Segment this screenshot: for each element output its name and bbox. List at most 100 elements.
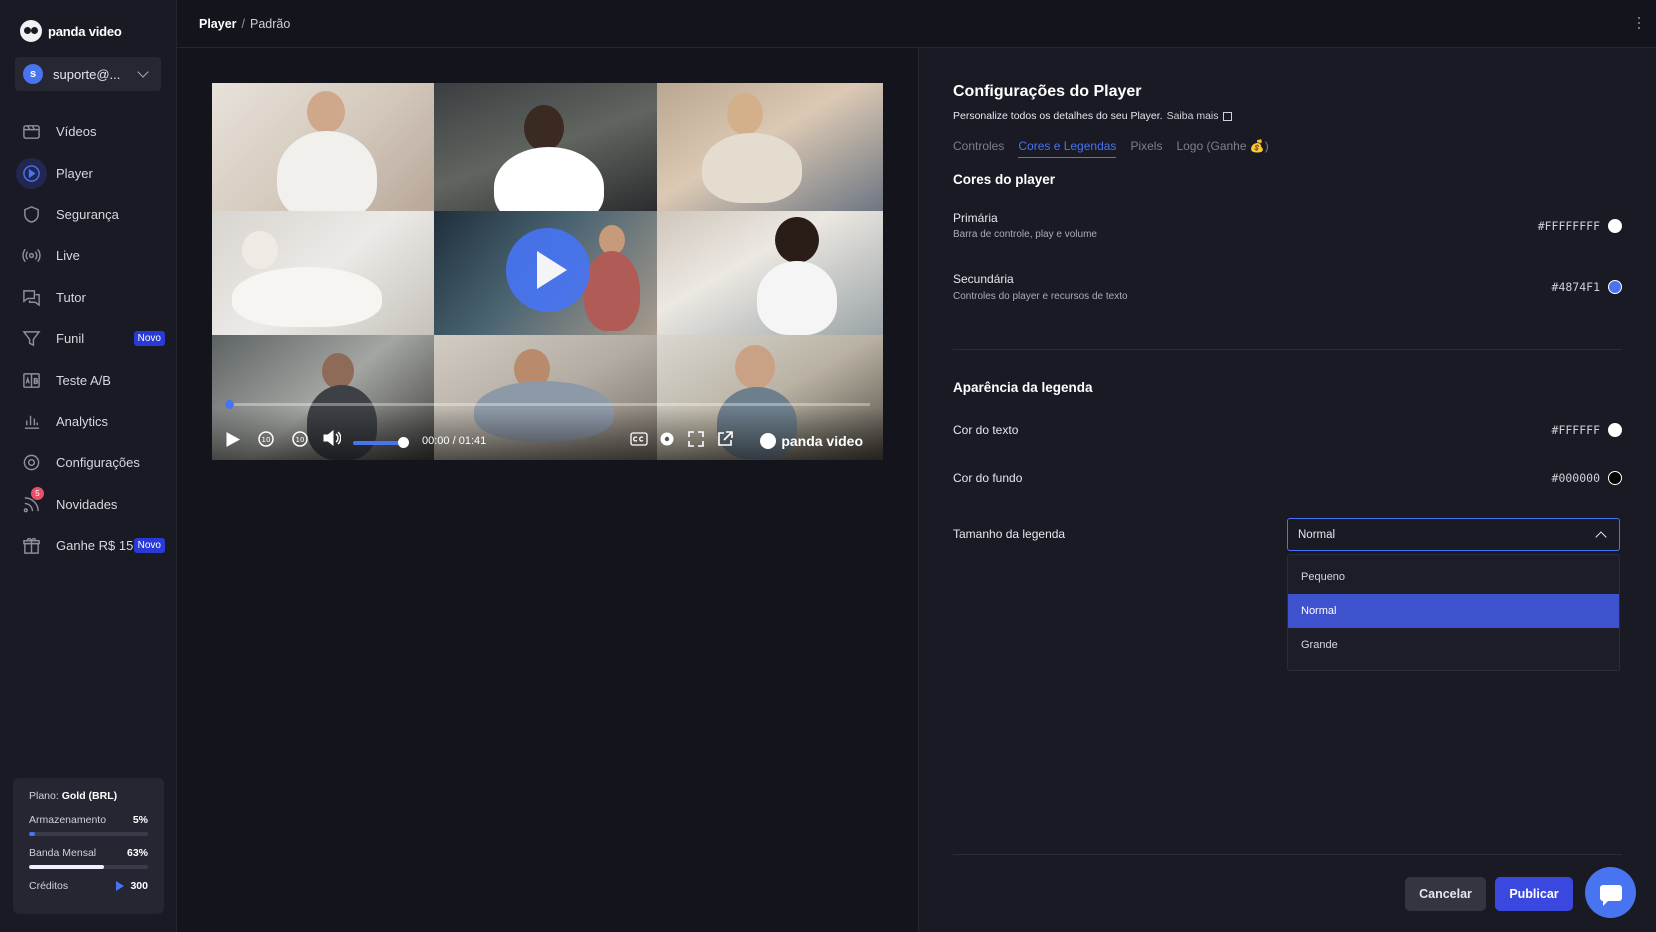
video-library-icon bbox=[22, 122, 41, 141]
sidebar-item-settings[interactable]: Configurações bbox=[0, 442, 177, 483]
secondary-color-desc: Controles do player e recursos de texto bbox=[953, 291, 1128, 302]
page-subtitle: Personalize todos os detalhes do seu Pla… bbox=[953, 110, 1232, 122]
subtitle-size-select[interactable]: Normal bbox=[1287, 518, 1620, 551]
option-small[interactable]: Pequeno bbox=[1288, 560, 1619, 594]
color-swatch[interactable] bbox=[1608, 280, 1622, 294]
app-root: panda video s suporte@... Vídeos Player bbox=[0, 0, 1656, 932]
plan-title: Plano: Gold (BRL) bbox=[29, 790, 148, 802]
panda-logo-icon bbox=[760, 433, 777, 449]
bg-color-value: #000000 bbox=[1551, 471, 1600, 485]
shield-icon bbox=[22, 205, 41, 224]
page-title: Configurações do Player bbox=[953, 83, 1142, 100]
sidebar-item-referral[interactable]: Ganhe R$ 150 Novo bbox=[0, 525, 177, 566]
tab-logo[interactable]: Logo (Ganhe 💰) bbox=[1176, 139, 1268, 158]
forward-10-icon[interactable]: 10 bbox=[290, 429, 310, 452]
rewind-10-icon[interactable]: 10 bbox=[256, 429, 276, 452]
sidebar-item-player[interactable]: Player bbox=[0, 152, 177, 193]
account-name: suporte@... bbox=[53, 66, 121, 82]
progress-bar[interactable] bbox=[225, 403, 870, 406]
external-link-icon bbox=[1222, 111, 1232, 121]
tab-controls[interactable]: Controles bbox=[953, 139, 1004, 158]
duration: 01:41 bbox=[458, 435, 487, 447]
play-credit-icon bbox=[116, 881, 125, 891]
player-preview-area: 10 10 00:00 / 01:41 panda video bbox=[177, 48, 918, 932]
more-options-icon[interactable] bbox=[1638, 17, 1640, 29]
avatar: s bbox=[23, 64, 43, 84]
publish-button[interactable]: Publicar bbox=[1495, 877, 1573, 911]
sidebar-item-label: Player bbox=[56, 165, 93, 181]
breadcrumb-player[interactable]: Player bbox=[199, 17, 237, 31]
big-play-button[interactable] bbox=[506, 228, 590, 312]
subtitle-size-dropdown: Pequeno Normal Grande bbox=[1287, 554, 1620, 671]
chevron-up-icon bbox=[1595, 531, 1607, 543]
external-link-icon[interactable] bbox=[717, 431, 733, 450]
sidebar-item-videos[interactable]: Vídeos bbox=[0, 111, 177, 152]
secondary-color-picker[interactable]: #4874F1 bbox=[1552, 280, 1622, 294]
secondary-color-label: Secundária bbox=[953, 272, 1014, 286]
text-color-label: Cor do texto bbox=[953, 423, 1019, 437]
video-thumbnail bbox=[657, 83, 883, 211]
player-settings-panel: Configurações do Player Personalize todo… bbox=[918, 48, 1656, 932]
volume-slider-knob[interactable] bbox=[398, 437, 409, 448]
fullscreen-icon[interactable] bbox=[688, 431, 704, 450]
progress-handle[interactable] bbox=[225, 400, 234, 409]
color-swatch[interactable] bbox=[1608, 423, 1622, 437]
bg-color-label: Cor do fundo bbox=[953, 471, 1023, 485]
sidebar-item-news[interactable]: 5 Novidades bbox=[0, 484, 177, 525]
plan-label: Plano: bbox=[29, 790, 59, 802]
learn-more-link[interactable]: Saiba mais bbox=[1167, 110, 1219, 122]
sidebar-item-label: Vídeos bbox=[56, 124, 97, 140]
primary-color-label: Primária bbox=[953, 211, 998, 225]
option-large[interactable]: Grande bbox=[1288, 628, 1619, 662]
color-swatch[interactable] bbox=[1608, 219, 1622, 233]
sidebar-item-label: Analytics bbox=[56, 413, 109, 429]
bg-color-picker[interactable]: #000000 bbox=[1552, 471, 1622, 485]
sidebar-item-label: Ganhe R$ 150 bbox=[56, 538, 141, 554]
tab-colors-subtitles[interactable]: Cores e Legendas bbox=[1018, 139, 1117, 158]
subtitle-appearance-heading: Aparência da legenda bbox=[953, 380, 1093, 395]
option-normal[interactable]: Normal bbox=[1288, 594, 1619, 628]
sidebar-item-analytics[interactable]: Analytics bbox=[0, 401, 177, 442]
bandwidth-bar-fill bbox=[29, 865, 104, 869]
play-icon[interactable] bbox=[226, 432, 241, 450]
divider bbox=[953, 349, 1622, 350]
gear-icon[interactable] bbox=[659, 431, 675, 450]
storage-percent: 5% bbox=[132, 814, 148, 826]
color-swatch[interactable] bbox=[1608, 471, 1622, 485]
tab-pixels[interactable]: Pixels bbox=[1130, 139, 1162, 158]
sidebar-item-tutor[interactable]: Tutor bbox=[0, 277, 177, 318]
bandwidth-row: Banda Mensal 63% bbox=[29, 847, 148, 859]
sidebar-item-ab-test[interactable]: Teste A/B bbox=[0, 359, 177, 400]
settings-tabs: Controles Cores e Legendas Pixels Logo (… bbox=[953, 139, 1269, 158]
captions-icon[interactable] bbox=[630, 432, 648, 449]
sidebar-item-label: Novidades bbox=[56, 496, 118, 512]
volume-slider[interactable] bbox=[353, 441, 403, 445]
sidebar-item-live[interactable]: Live bbox=[0, 235, 177, 276]
breadcrumb-current: Padrão bbox=[250, 16, 291, 31]
top-bar: Player / Padrão bbox=[177, 0, 1656, 48]
subtitle-text: Personalize todos os detalhes do seu Pla… bbox=[953, 110, 1163, 122]
new-badge: Novo bbox=[133, 331, 165, 347]
funnel-icon bbox=[22, 329, 41, 348]
sidebar-item-funnel[interactable]: Funil Novo bbox=[0, 318, 177, 359]
plan-name: Gold (BRL) bbox=[61, 790, 118, 802]
support-chat-button[interactable] bbox=[1585, 867, 1636, 918]
video-thumbnail bbox=[212, 211, 434, 335]
brand-logo[interactable]: panda video bbox=[20, 20, 122, 42]
bandwidth-bar bbox=[29, 865, 148, 869]
video-player[interactable]: 10 10 00:00 / 01:41 panda video bbox=[212, 83, 883, 460]
credits-label: Créditos bbox=[29, 880, 69, 892]
broadcast-icon bbox=[22, 246, 41, 265]
text-color-picker[interactable]: #FFFFFF bbox=[1552, 423, 1622, 437]
sidebar-item-security[interactable]: Segurança bbox=[0, 194, 177, 235]
sidebar-item-label: Tutor bbox=[56, 289, 86, 305]
sidebar-nav: Vídeos Player Segurança Live Tutor Funil… bbox=[0, 111, 177, 566]
volume-icon[interactable] bbox=[323, 429, 342, 449]
svg-text:10: 10 bbox=[262, 436, 271, 444]
primary-color-picker[interactable]: #FFFFFFFF bbox=[1538, 219, 1622, 233]
new-badge: Novo bbox=[133, 538, 165, 554]
account-switcher[interactable]: s suporte@... bbox=[15, 57, 161, 91]
cancel-button[interactable]: Cancelar bbox=[1405, 877, 1486, 911]
chat-icon bbox=[22, 288, 41, 307]
credits-row: Créditos 300 bbox=[29, 880, 148, 892]
